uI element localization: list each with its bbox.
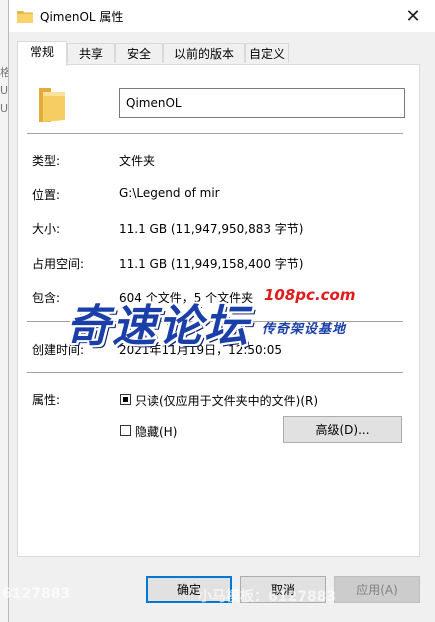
watermark-url: 108pc.com [264, 286, 356, 304]
background-text: U [0, 102, 9, 115]
watermark-logo: 奇速论坛 108pc.com 传奇架设基地 [66, 284, 366, 352]
divider [27, 133, 403, 134]
attributes-label: 属性: [32, 393, 61, 407]
size-label: 大小: [32, 222, 61, 236]
location-value: G:\Legend of mir [119, 186, 220, 200]
location-label: 位置: [32, 188, 61, 202]
divider [27, 372, 403, 373]
folder-icon [39, 88, 65, 122]
tab-customize[interactable]: 自定义 [245, 43, 289, 63]
size-on-disk-value: 11.1 GB (11,949,158,400 字节) [119, 257, 304, 271]
title-bar[interactable]: QimenOL 属性 ✕ [9, 0, 435, 32]
advanced-button[interactable]: 高级(D)... [283, 416, 402, 443]
tab-general[interactable]: 常规 [17, 41, 67, 66]
type-value: 文件夹 [119, 154, 156, 168]
type-label: 类型: [32, 154, 61, 168]
contains-label: 包含: [32, 291, 61, 305]
apply-button[interactable]: 应用(A) [334, 576, 420, 603]
close-icon: ✕ [405, 5, 421, 27]
background-text: U [0, 84, 9, 97]
tab-security[interactable]: 安全 [115, 43, 163, 63]
watermark-title: 奇速论坛 [66, 301, 250, 352]
hidden-checkbox[interactable] [120, 425, 131, 436]
overlay-watermark-left: 6127883 [2, 586, 71, 602]
size-on-disk-label: 占用空间: [32, 257, 85, 271]
window-title: QimenOL 属性 [40, 10, 124, 24]
watermark-subtitle: 传奇架设基地 [262, 322, 347, 337]
overlay-watermark-right: 小马模板：6127883 [198, 589, 337, 605]
folder-icon [17, 11, 33, 23]
readonly-checkbox[interactable] [120, 394, 131, 405]
close-button[interactable]: ✕ [390, 0, 435, 32]
tab-sharing[interactable]: 共享 [67, 43, 115, 63]
folder-name-input[interactable] [119, 88, 405, 118]
tab-previous-versions[interactable]: 以前的版本 [163, 43, 245, 63]
size-value: 11.1 GB (11,947,950,883 字节) [119, 222, 304, 236]
hidden-label[interactable]: 隐藏(H) [135, 423, 177, 440]
readonly-label[interactable]: 只读(仅应用于文件夹中的文件)(R) [135, 392, 318, 409]
